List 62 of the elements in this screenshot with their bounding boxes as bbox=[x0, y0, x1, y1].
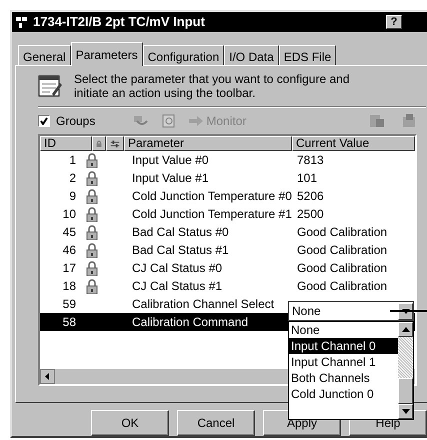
table-cell-text: 5206 bbox=[297, 188, 324, 205]
table-cell-text: Good Calibration bbox=[297, 260, 388, 277]
column-header[interactable]: Parameter bbox=[124, 136, 292, 151]
lock-icon bbox=[96, 138, 102, 148]
table-cell-text: 58 bbox=[62, 314, 77, 331]
table-cell-text: 9 bbox=[68, 188, 77, 205]
instruction-text: Select the parameter that you want to configure and initiate an action using the toolbar. bbox=[74, 72, 351, 100]
form-icon bbox=[38, 74, 62, 98]
check-icon bbox=[40, 117, 48, 125]
table-cell-text: Input Value #1 bbox=[132, 170, 210, 187]
table-cell-text: Good Calibration bbox=[297, 224, 388, 241]
table-cell-text: Cold Junction Temperature #0 bbox=[132, 188, 293, 205]
groups-checkbox[interactable] bbox=[38, 115, 50, 127]
groups-label: Groups bbox=[56, 113, 96, 130]
table-cell-text: Input Value #0 bbox=[132, 152, 210, 169]
table-cell-text: 2500 bbox=[297, 206, 324, 223]
dropdown-option[interactable]: Input Channel 0 bbox=[289, 338, 398, 354]
column-header[interactable]: ID bbox=[40, 136, 92, 151]
help-button[interactable]: ? bbox=[386, 15, 402, 29]
tab[interactable]: I/O Data bbox=[224, 45, 279, 65]
scroll-thumb[interactable] bbox=[398, 378, 413, 404]
table-cell-text: 2 bbox=[68, 170, 77, 187]
window-title: 1734-IT2I/B 2pt TC/mV Input bbox=[33, 13, 205, 32]
table-cell-text: 46 bbox=[62, 242, 77, 259]
tab[interactable]: EDS File bbox=[278, 45, 336, 65]
table-cell-text: Bad Cal Status #0 bbox=[132, 224, 230, 241]
dialog-button[interactable]: OK bbox=[91, 410, 169, 436]
table-cell-text: 17 bbox=[62, 260, 77, 277]
page-tool-icon[interactable] bbox=[161, 113, 178, 129]
table-cell-text: 1 bbox=[68, 152, 77, 169]
dialog-button[interactable]: Cancel bbox=[177, 410, 255, 436]
table-cell-text: Cold Junction Temperature #1 bbox=[132, 206, 293, 223]
table-cell-text: CJ Cal Status #0 bbox=[132, 260, 224, 277]
table-cell-text: 7813 bbox=[297, 152, 324, 169]
scroll-down-icon[interactable] bbox=[402, 409, 410, 414]
dropdown-option[interactable]: Input Channel 1 bbox=[289, 354, 398, 370]
tab[interactable]: Parameters bbox=[70, 42, 143, 66]
table-cell-text: Good Calibration bbox=[297, 278, 388, 295]
dropdown-option[interactable]: Both Channels bbox=[289, 370, 398, 386]
leader-line bbox=[390, 310, 427, 312]
table-cell-text: 45 bbox=[62, 224, 77, 241]
table-cell-text: CJ Cal Status #1 bbox=[132, 278, 224, 295]
column-header[interactable] bbox=[106, 136, 124, 151]
table-cell-text: 101 bbox=[297, 170, 318, 187]
vertical-scrollbar[interactable] bbox=[398, 322, 413, 419]
scroll-up-icon[interactable] bbox=[402, 327, 410, 332]
table-cell-text: Good Calibration bbox=[297, 242, 388, 259]
right-arrow-icon bbox=[189, 116, 204, 126]
table-cell-text: Bad Cal Status #1 bbox=[132, 242, 230, 259]
column-header[interactable]: Current Value bbox=[292, 136, 415, 151]
table-cell-text: 59 bbox=[62, 296, 77, 313]
app-icon bbox=[15, 15, 29, 29]
table-cell-text: 10 bbox=[62, 206, 77, 223]
scroll-left-icon[interactable] bbox=[40, 369, 55, 384]
tab[interactable]: Configuration bbox=[142, 45, 224, 65]
table-cell-text: Calibration Command bbox=[132, 314, 250, 331]
dropdown-option[interactable]: Cold Junction 0 bbox=[289, 386, 398, 402]
table-cell-text: Calibration Channel Select bbox=[132, 296, 276, 313]
column-header[interactable] bbox=[92, 136, 106, 151]
tab[interactable]: General bbox=[18, 45, 71, 65]
sliders-icon bbox=[110, 138, 120, 148]
table-cell-text: 18 bbox=[62, 278, 77, 295]
